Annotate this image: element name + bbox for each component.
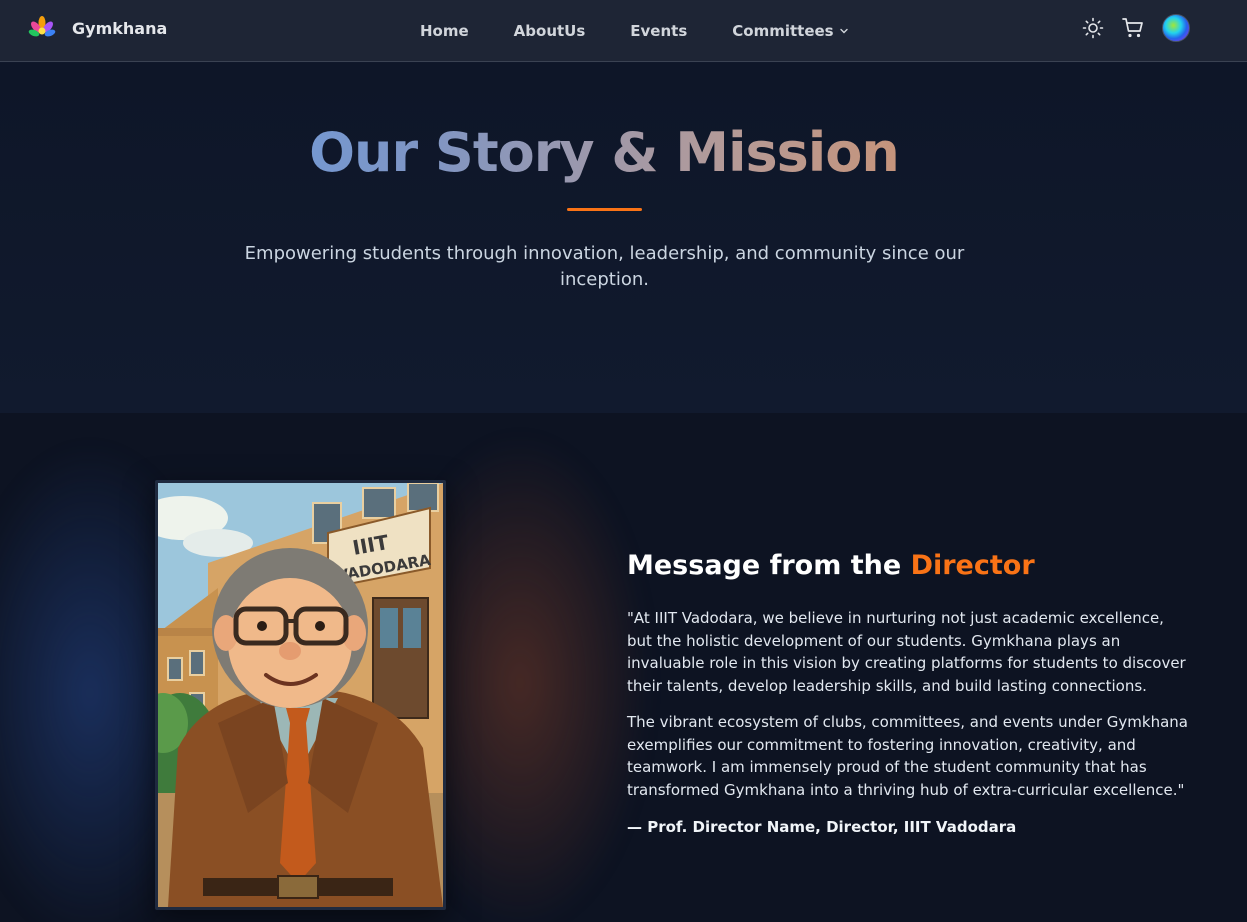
director-section: IIIT VADODARA Message from the Director … [0,413,1247,922]
director-heading: Message from the Director [627,550,1227,581]
cart-icon [1122,18,1143,38]
nav-link-committees[interactable]: Committees [732,22,848,40]
chevron-down-icon [839,28,848,34]
avatar[interactable] [1162,14,1190,42]
nav-link-committees-label: Committees [732,22,834,40]
logo-icon [28,16,56,37]
director-heading-accent: Director [910,550,1035,581]
director-message-paragraph-2: The vibrant ecosystem of clubs, committe… [627,713,1188,799]
title-divider [567,208,642,211]
nav-link-home[interactable]: Home [420,22,469,40]
nav-link-events[interactable]: Events [630,22,687,40]
hero-subtitle: Empowering students through innovation, … [244,243,965,290]
page-title: Our Story & Mission [0,121,1208,184]
sun-icon [1082,17,1104,39]
director-heading-prefix: Message from the [627,550,911,581]
theme-toggle-button[interactable] [1080,15,1106,41]
brand[interactable]: Gymkhana [28,14,167,42]
navbar: Gymkhana Home AboutUs Events Committees [0,0,1247,62]
brand-name: Gymkhana [72,18,168,38]
director-message-paragraph-1: "At IIIT Vadodara, we believe in nurturi… [627,609,1186,695]
director-portrait: IIIT VADODARA [155,480,446,910]
nav-link-aboutus[interactable]: AboutUs [514,22,586,40]
director-signature: — Prof. Director Name, Director, IIIT Va… [627,818,1017,836]
hero-section: Our Story & Mission Empowering students … [0,63,1247,413]
cart-button[interactable] [1120,15,1146,41]
nav-links: Home AboutUs Events Committees [420,0,894,62]
nav-icons [1080,14,1190,42]
